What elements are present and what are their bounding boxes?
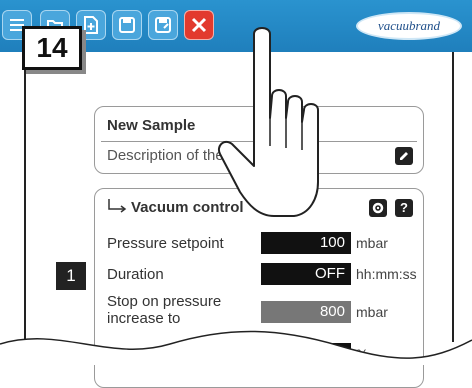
pressure-setpoint-field[interactable]: 100 bbox=[261, 232, 351, 254]
close-button[interactable] bbox=[184, 10, 214, 40]
gear-icon bbox=[372, 202, 384, 214]
pressure-setpoint-label: Pressure setpoint bbox=[107, 235, 224, 252]
vacuum-curve-icon bbox=[108, 199, 127, 213]
pointing-hand-icon bbox=[218, 27, 319, 217]
frame-left-edge bbox=[24, 52, 26, 342]
callout-badge: 1 bbox=[56, 262, 86, 290]
add-document-icon bbox=[84, 16, 98, 34]
duration-unit: hh:mm:ss bbox=[356, 266, 417, 282]
pressure-setpoint-unit: mbar bbox=[356, 235, 388, 251]
edit-button[interactable] bbox=[395, 147, 413, 165]
stop-pressure-field[interactable]: 800 bbox=[261, 301, 351, 323]
close-icon bbox=[191, 17, 207, 33]
help-button[interactable]: ? bbox=[395, 199, 413, 217]
step-number-badge: 14 bbox=[22, 26, 82, 70]
sample-title[interactable]: New Sample bbox=[107, 117, 195, 134]
save-icon bbox=[119, 17, 135, 33]
duration-field[interactable]: OFF bbox=[261, 263, 351, 285]
save-as-button[interactable] bbox=[148, 10, 178, 40]
stop-pressure-unit: mbar bbox=[356, 304, 388, 320]
vacuubrand-logo: vacuubrand bbox=[356, 12, 462, 40]
frame-right-edge bbox=[452, 52, 454, 342]
logo-text: vacuubrand bbox=[377, 18, 441, 33]
duration-label: Duration bbox=[107, 266, 164, 283]
pencil-icon bbox=[400, 152, 408, 160]
settings-button[interactable] bbox=[369, 199, 387, 217]
torn-page-edge bbox=[0, 330, 472, 365]
save-button[interactable] bbox=[112, 10, 142, 40]
question-mark-icon: ? bbox=[400, 200, 408, 215]
step-number: 14 bbox=[36, 32, 68, 63]
save-as-icon bbox=[155, 17, 171, 33]
